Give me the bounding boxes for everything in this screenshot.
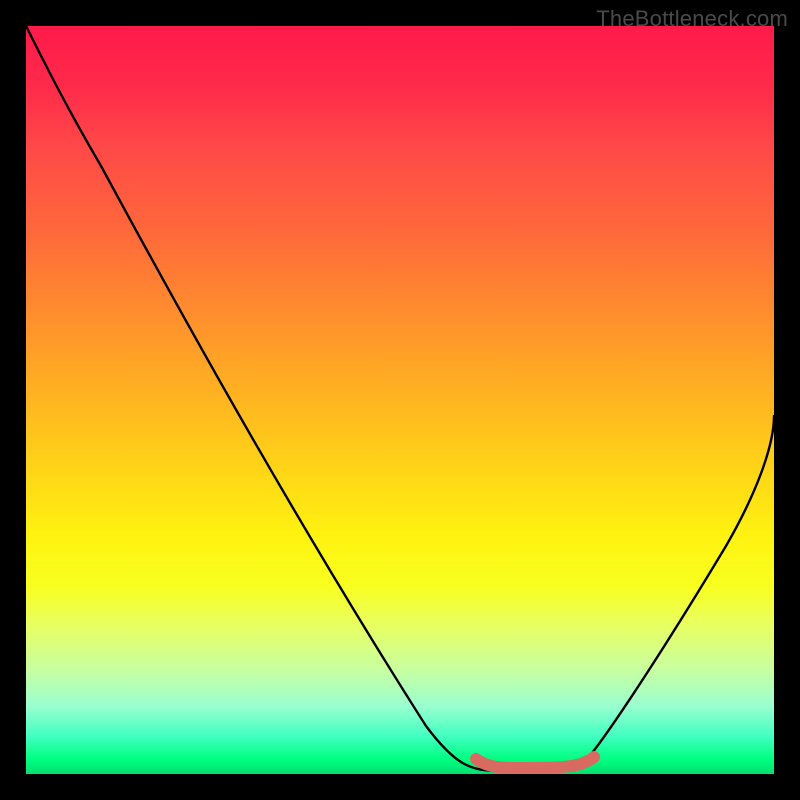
bottleneck-curve-path: [26, 26, 774, 771]
watermark-text: TheBottleneck.com: [596, 6, 788, 32]
optimal-range-marker-path: [476, 757, 594, 768]
curve-overlay: [26, 26, 774, 774]
chart-plot-area: [26, 26, 774, 774]
